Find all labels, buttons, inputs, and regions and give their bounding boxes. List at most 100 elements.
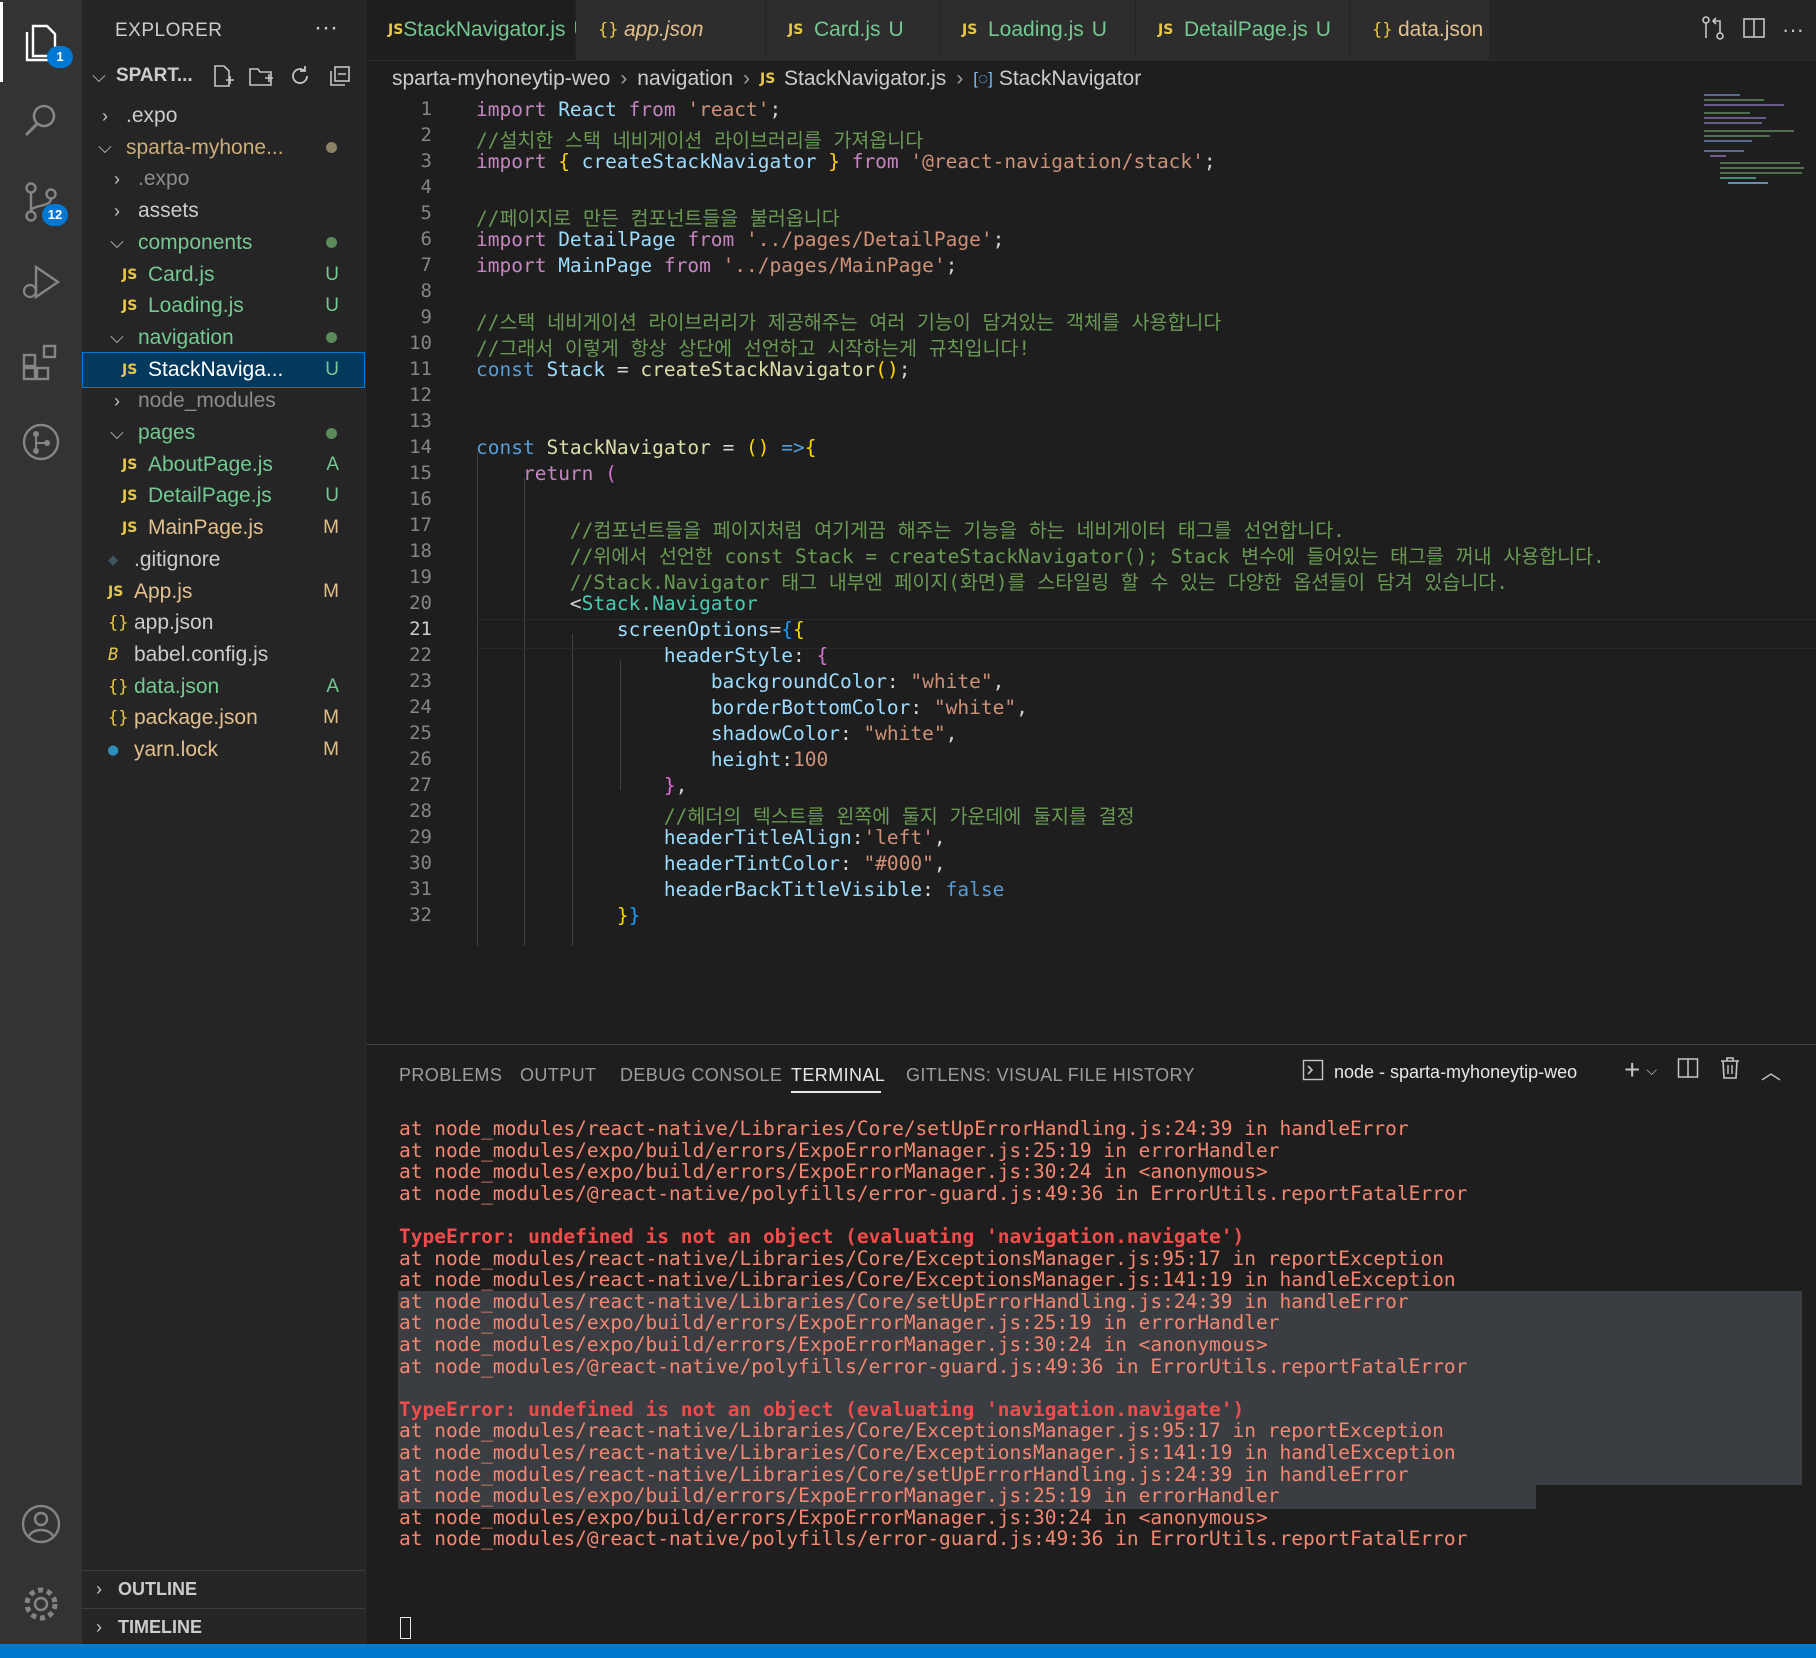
git-status-badge: A [326, 675, 339, 697]
gitlens-icon[interactable] [0, 402, 82, 482]
code-token: 100 [793, 748, 829, 771]
code-token: "white" [910, 670, 993, 693]
source-control-icon[interactable]: 12 [0, 162, 82, 242]
active-tab-underline [791, 1091, 881, 1093]
code-token: DetailPage [558, 228, 688, 251]
chevron-right-icon: › [96, 1578, 102, 1599]
settings-gear-icon[interactable] [0, 1564, 82, 1644]
account-icon[interactable] [0, 1484, 82, 1564]
tree-item[interactable]: ⌵ pages [82, 415, 365, 451]
tree-item[interactable]: JS AboutPage.js A [82, 447, 365, 483]
timeline-section[interactable]: › TIMELINE [82, 1608, 365, 1645]
tree-item[interactable]: {} package.json M [82, 700, 365, 736]
chevron-down-icon: ⌵ [98, 137, 112, 158]
panel-tab[interactable]: PROBLEMS [399, 1065, 502, 1086]
panel-tab[interactable]: GITLENS: VISUAL FILE HISTORY [906, 1065, 1195, 1086]
panel-tab[interactable]: DEBUG CONSOLE [620, 1065, 782, 1086]
chevron-right-icon: › [620, 67, 628, 90]
tab-label: data.json [1398, 18, 1484, 41]
extensions-icon[interactable] [0, 322, 82, 402]
chevron-right-icon: › [956, 67, 964, 90]
code-editor[interactable]: 1 import React from 'react'; 2 //설치한 스택 네비게… [366, 98, 1816, 1044]
tree-item-label: StackNaviga... [148, 357, 284, 381]
tree-item-label: package.json [134, 706, 258, 730]
tree-item[interactable]: JS App.js M [82, 574, 365, 610]
js-file-icon: JS [122, 298, 138, 315]
git-status-badge: M [323, 739, 339, 760]
new-folder-icon[interactable] [248, 64, 274, 93]
tree-item[interactable]: › assets [82, 193, 365, 229]
code-line: backgroundColor: "white", [476, 670, 1005, 693]
code-token: '@react-navigation/stack' [910, 150, 1204, 173]
line-number: 23 [409, 670, 432, 692]
tree-item[interactable]: JS MainPage.js M [82, 510, 365, 546]
trash-icon[interactable] [1719, 1056, 1741, 1085]
editor-tab[interactable]: {} data.json [1350, 0, 1490, 60]
code-line: //그래서 이렇게 항상 상단에 선언하고 시작하는게 규칙입니다! [476, 332, 1030, 361]
code-token: from [851, 150, 911, 173]
panel-tab[interactable]: TERMINAL [791, 1065, 885, 1086]
minimap[interactable] [1700, 90, 1810, 190]
editor-tab[interactable]: {} app.json [576, 0, 766, 60]
explorer-icon[interactable]: 1 [0, 2, 82, 82]
editor-tab[interactable]: JS DetailPage.js U [1136, 0, 1350, 60]
tree-item[interactable]: › node_modules [82, 383, 365, 419]
new-file-icon[interactable] [210, 64, 234, 93]
code-line: //컴포넌트들을 페이지처럼 여기게끔 해주는 기능을 하는 네비게이터 태그를… [476, 514, 1345, 543]
chevron-down-icon[interactable]: ⌵ [1646, 1062, 1657, 1079]
tree-item[interactable]: ⌵ components [82, 225, 365, 261]
editor-tab[interactable]: JS Loading.js U [940, 0, 1136, 60]
terminal-cursor [400, 1617, 411, 1639]
tree-item[interactable]: ● yarn.lock M [82, 732, 365, 768]
tree-item[interactable]: {} data.json A [82, 669, 365, 705]
run-debug-icon[interactable] [0, 242, 82, 322]
breadcrumb-folder[interactable]: navigation [637, 67, 733, 91]
tree-item[interactable]: › .expo [82, 161, 365, 197]
tree-item-label: navigation [138, 325, 234, 349]
project-header[interactable]: ⌵ SPART... [82, 58, 365, 94]
tree-item[interactable]: JS StackNaviga... U [82, 351, 365, 388]
tree-item[interactable]: ◆ .gitignore [82, 542, 365, 578]
more-actions-icon[interactable]: ··· [1782, 17, 1804, 43]
tree-item-label: pages [138, 421, 196, 444]
refresh-icon[interactable] [288, 64, 312, 93]
chevron-down-icon: ⌵ [110, 327, 124, 348]
compare-changes-icon[interactable] [1700, 15, 1726, 46]
editor-tab[interactable]: JS Card.js U [766, 0, 940, 60]
search-icon[interactable] [0, 80, 82, 160]
tree-item[interactable]: › .expo [82, 98, 365, 134]
tree-item[interactable]: JS Card.js U [82, 257, 365, 293]
panel-tab[interactable]: OUTPUT [520, 1065, 596, 1086]
chevron-up-icon[interactable]: ︿ [1761, 1056, 1781, 1085]
editor-tab[interactable]: JSStackNavigator.jsU✕ [366, 0, 620, 60]
breadcrumb-file[interactable]: StackNavigator.js [784, 67, 946, 91]
split-terminal-icon[interactable] [1677, 1057, 1699, 1084]
tree-item[interactable]: Bbabel.config.js [82, 637, 365, 673]
code-line: }, [476, 774, 688, 797]
new-terminal-icon[interactable]: + [1624, 1055, 1640, 1085]
line-number: 29 [409, 826, 432, 848]
terminal-selector[interactable]: node - sparta-myhoneytip-weo [1302, 1059, 1577, 1086]
line-number: 26 [409, 748, 432, 770]
tree-item[interactable]: {} app.json [82, 605, 365, 641]
tree-item[interactable]: ⌵ sparta-myhone... [82, 130, 365, 166]
tree-item[interactable]: JS DetailPage.js U [82, 478, 365, 514]
code-token: //그래서 이렇게 항상 상단에 선언하고 시작하는게 규칙입니다! [476, 337, 1031, 360]
collapse-all-icon[interactable] [328, 64, 352, 93]
tree-item[interactable]: JS Loading.js U [82, 288, 365, 324]
code-token: '../pages/DetailPage' [746, 228, 993, 251]
breadcrumb-root[interactable]: sparta-myhoneytip-weo [392, 67, 610, 91]
code-token: { [781, 618, 794, 641]
split-editor-icon[interactable] [1742, 16, 1766, 45]
code-token: headerTitleAlign [663, 826, 852, 849]
git-status-badge: U [325, 485, 339, 507]
code-token: 'left' [863, 826, 934, 849]
outline-section[interactable]: › OUTLINE [82, 1570, 365, 1607]
tab-label: app.json [624, 18, 704, 41]
tab-label: Loading.js [988, 18, 1084, 41]
code-token: shadowColor [710, 722, 840, 745]
more-actions-icon[interactable]: ··· [314, 14, 338, 42]
tree-item[interactable]: ⌵ navigation [82, 320, 365, 356]
breadcrumb-symbol[interactable]: StackNavigator [999, 67, 1141, 91]
